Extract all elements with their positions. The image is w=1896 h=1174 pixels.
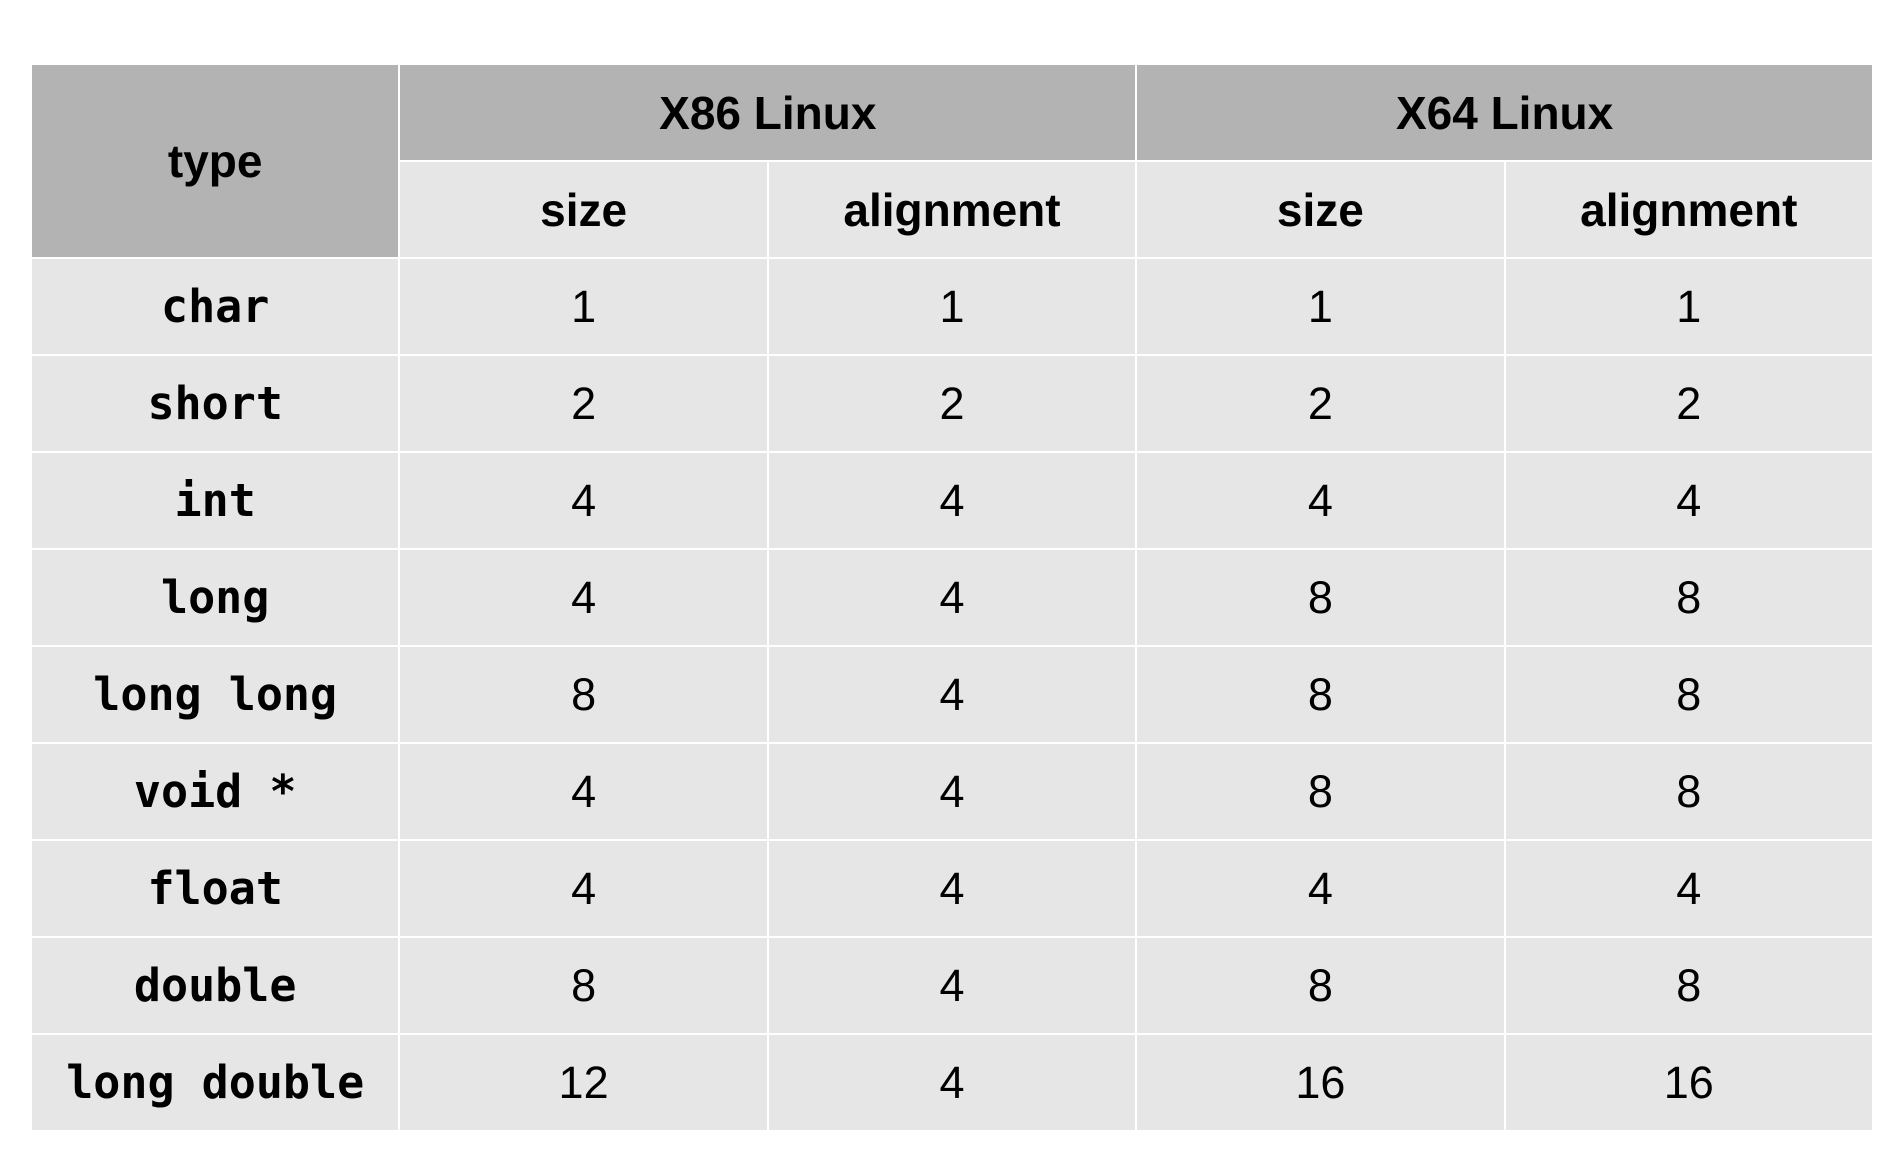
table-row: long double 12 4 16 16 (29, 1033, 1874, 1132)
header-type: type (29, 63, 401, 259)
x64-size-cell: 1 (1135, 257, 1506, 356)
x86-size-cell: 2 (398, 354, 769, 453)
table-row: long long 8 4 8 8 (29, 645, 1874, 744)
x64-alignment-cell: 2 (1503, 354, 1874, 453)
x86-alignment-cell: 1 (766, 257, 1138, 356)
x86-alignment-cell: 4 (766, 742, 1138, 841)
x64-alignment-cell: 4 (1503, 451, 1874, 550)
header-group-x86-linux: X86 Linux (398, 63, 1138, 162)
x86-size-cell: 8 (398, 645, 769, 744)
type-name-cell: long (29, 548, 401, 647)
x64-size-cell: 16 (1135, 1033, 1506, 1132)
type-name-cell: short (29, 354, 401, 453)
type-name-cell: void * (29, 742, 401, 841)
x86-alignment-cell: 2 (766, 354, 1138, 453)
x64-size-cell: 2 (1135, 354, 1506, 453)
header-x86-alignment: alignment (766, 160, 1138, 259)
x64-size-cell: 8 (1135, 936, 1506, 1035)
table-row: short 2 2 2 2 (29, 354, 1874, 453)
header-x64-alignment: alignment (1503, 160, 1874, 259)
header-x86-size: size (398, 160, 769, 259)
x64-alignment-cell: 4 (1503, 839, 1874, 938)
header-row-groups: type X86 Linux X64 Linux (29, 63, 1874, 259)
type-size-alignment-table: type X86 Linux X64 Linux size alignment … (29, 63, 1874, 1132)
type-name-cell: float (29, 839, 401, 938)
table-body: char 1 1 1 1 short 2 2 2 2 int 4 4 4 4 l… (29, 257, 1874, 1132)
x86-alignment-cell: 4 (766, 451, 1138, 550)
x64-alignment-cell: 8 (1503, 936, 1874, 1035)
x86-size-cell: 8 (398, 936, 769, 1035)
x86-size-cell: 4 (398, 548, 769, 647)
x86-size-cell: 4 (398, 451, 769, 550)
table-row: char 1 1 1 1 (29, 257, 1874, 356)
type-name-cell: int (29, 451, 401, 550)
header-group-x64-linux: X64 Linux (1135, 63, 1874, 162)
type-name-cell: long double (29, 1033, 401, 1132)
x86-alignment-cell: 4 (766, 645, 1138, 744)
table-row: void * 4 4 8 8 (29, 742, 1874, 841)
x64-alignment-cell: 8 (1503, 742, 1874, 841)
x64-size-cell: 4 (1135, 839, 1506, 938)
x64-alignment-cell: 1 (1503, 257, 1874, 356)
x86-size-cell: 4 (398, 839, 769, 938)
table-row: int 4 4 4 4 (29, 451, 1874, 550)
table-row: double 8 4 8 8 (29, 936, 1874, 1035)
type-name-cell: char (29, 257, 401, 356)
x86-alignment-cell: 4 (766, 839, 1138, 938)
table-header: type X86 Linux X64 Linux size alignment … (29, 63, 1874, 259)
x86-alignment-cell: 4 (766, 936, 1138, 1035)
x64-size-cell: 8 (1135, 548, 1506, 647)
x64-size-cell: 8 (1135, 742, 1506, 841)
x64-size-cell: 8 (1135, 645, 1506, 744)
x86-alignment-cell: 4 (766, 1033, 1138, 1132)
x64-alignment-cell: 8 (1503, 645, 1874, 744)
header-x64-size: size (1135, 160, 1506, 259)
x86-size-cell: 1 (398, 257, 769, 356)
x86-alignment-cell: 4 (766, 548, 1138, 647)
x64-size-cell: 4 (1135, 451, 1506, 550)
type-name-cell: long long (29, 645, 401, 744)
x64-alignment-cell: 16 (1503, 1033, 1874, 1132)
x86-size-cell: 12 (398, 1033, 769, 1132)
x64-alignment-cell: 8 (1503, 548, 1874, 647)
x86-size-cell: 4 (398, 742, 769, 841)
table-row: float 4 4 4 4 (29, 839, 1874, 938)
table-row: long 4 4 8 8 (29, 548, 1874, 647)
type-name-cell: double (29, 936, 401, 1035)
